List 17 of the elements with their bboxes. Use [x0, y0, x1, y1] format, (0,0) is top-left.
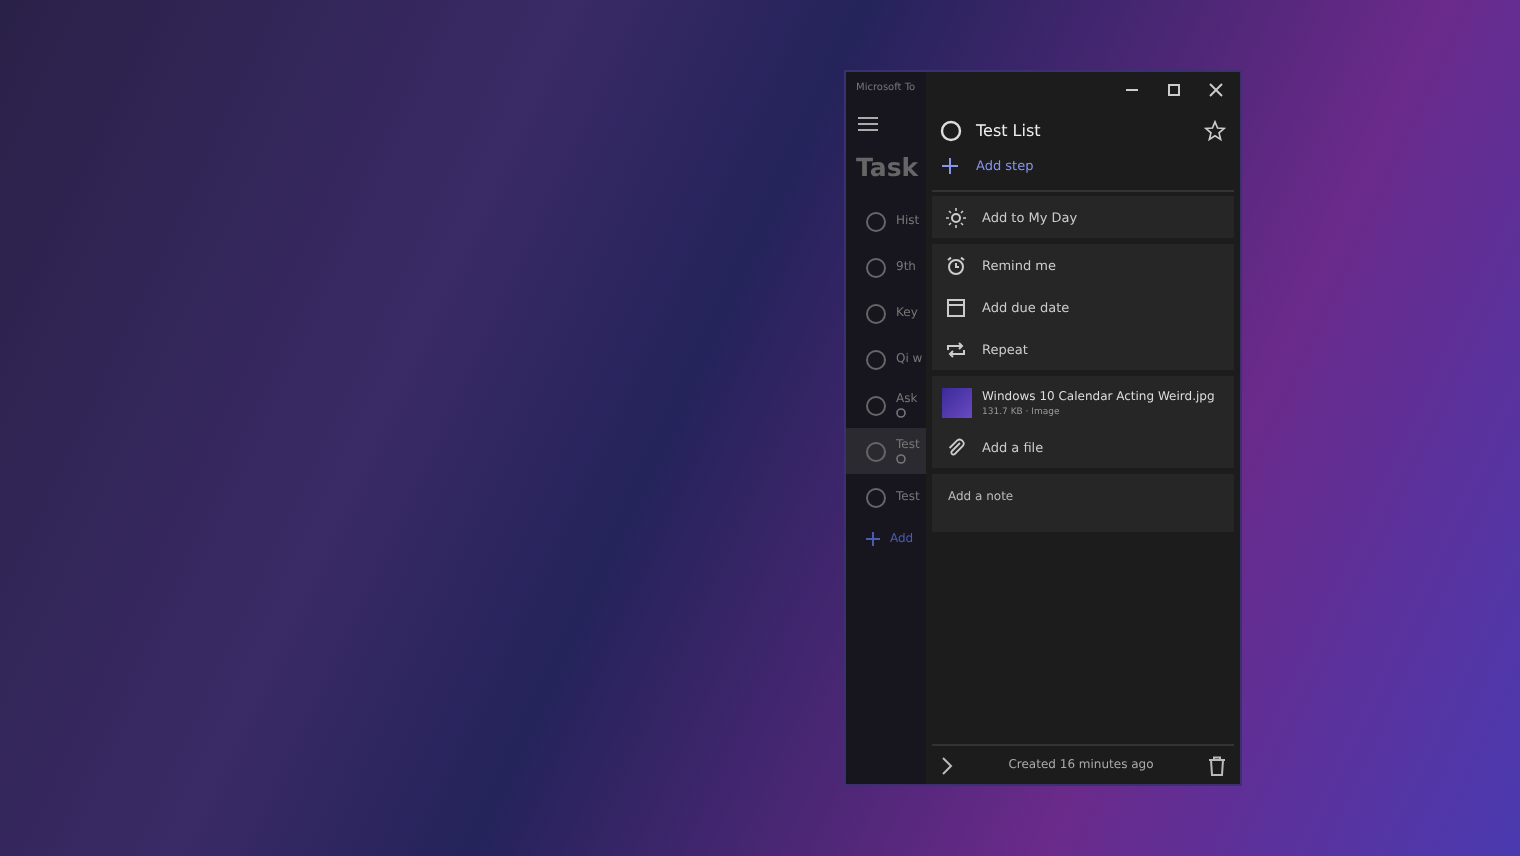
image-thumbnail: [942, 388, 972, 418]
list-heading: Task: [854, 150, 921, 186]
repeat-icon: [946, 339, 966, 359]
calendar-icon: [946, 297, 966, 317]
paperclip-icon: [946, 437, 966, 457]
alarm-clock-icon: [946, 255, 966, 275]
trash-icon[interactable]: [1207, 755, 1226, 775]
star-icon[interactable]: [1204, 120, 1226, 142]
plus-icon: [866, 532, 880, 546]
plus-icon: [942, 158, 958, 174]
complete-checkbox-icon[interactable]: [940, 120, 962, 142]
task-title-field[interactable]: Test List: [976, 122, 1190, 140]
menu-icon[interactable]: [858, 116, 878, 132]
sun-icon: [946, 207, 966, 227]
close-icon[interactable]: [1208, 82, 1224, 98]
chevron-right-icon[interactable]: [940, 755, 954, 775]
maximize-icon[interactable]: [1166, 82, 1182, 98]
